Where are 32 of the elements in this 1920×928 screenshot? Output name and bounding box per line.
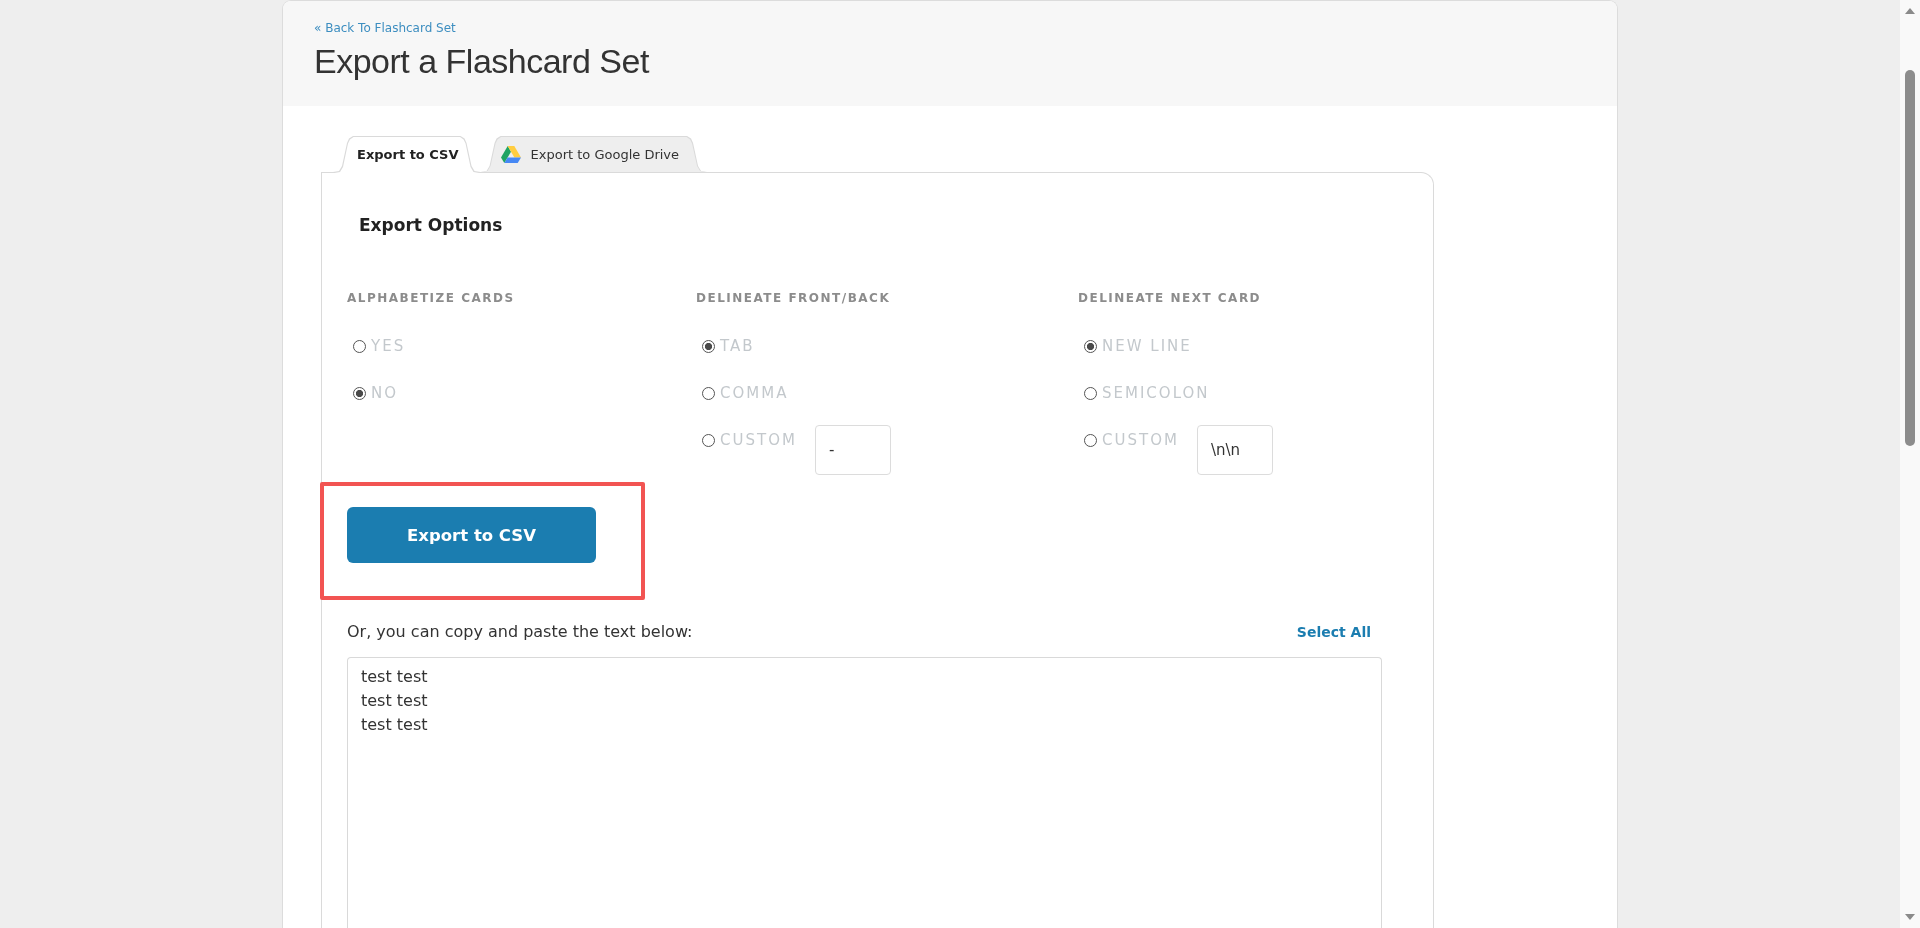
- radio-button[interactable]: [353, 386, 366, 400]
- tab[interactable]: Export to CSV: [333, 136, 481, 172]
- option-label: CUSTOM: [720, 430, 797, 450]
- page-title: Export a Flashcard Set: [314, 41, 649, 81]
- export-button[interactable]: Export to CSV: [347, 507, 596, 563]
- option-label: NO: [371, 383, 399, 403]
- scroll-up-arrow-icon[interactable]: [1905, 8, 1915, 14]
- option-group-heading: DELINEATE FRONT/BACK: [696, 290, 891, 306]
- option-label: COMMA: [720, 383, 789, 403]
- scrollbar-thumb[interactable]: [1905, 70, 1915, 446]
- option-label: CUSTOM: [1102, 430, 1179, 450]
- option-label: SEMICOLON: [1102, 383, 1210, 403]
- option-label: NEW LINE: [1102, 336, 1192, 356]
- export-text-area[interactable]: test test test test test test: [347, 657, 1382, 928]
- radio-button[interactable]: [1084, 433, 1097, 447]
- scroll-down-arrow-icon[interactable]: [1905, 914, 1915, 920]
- radio-button[interactable]: [1084, 386, 1097, 400]
- custom-delimiter-field[interactable]: \n\n: [1196, 425, 1273, 475]
- select-all-link[interactable]: Select All: [1296, 621, 1371, 643]
- radio-button[interactable]: [702, 386, 715, 400]
- radio-button[interactable]: [702, 339, 715, 353]
- option-label: YES: [371, 336, 406, 356]
- custom-delimiter-field[interactable]: -: [814, 425, 891, 475]
- section-heading: Export Options: [359, 214, 503, 237]
- tab[interactable]: Export to Google Drive: [480, 136, 708, 172]
- option-label: TAB: [720, 336, 755, 356]
- radio-button[interactable]: [702, 433, 715, 447]
- radio-button[interactable]: [353, 339, 366, 353]
- option-group-heading: DELINEATE NEXT CARD: [1078, 290, 1262, 306]
- option-group-heading: ALPHABETIZE CARDS: [347, 290, 515, 306]
- copy-instruction: Or, you can copy and paste the text below:: [347, 621, 693, 643]
- radio-button[interactable]: [1084, 339, 1097, 353]
